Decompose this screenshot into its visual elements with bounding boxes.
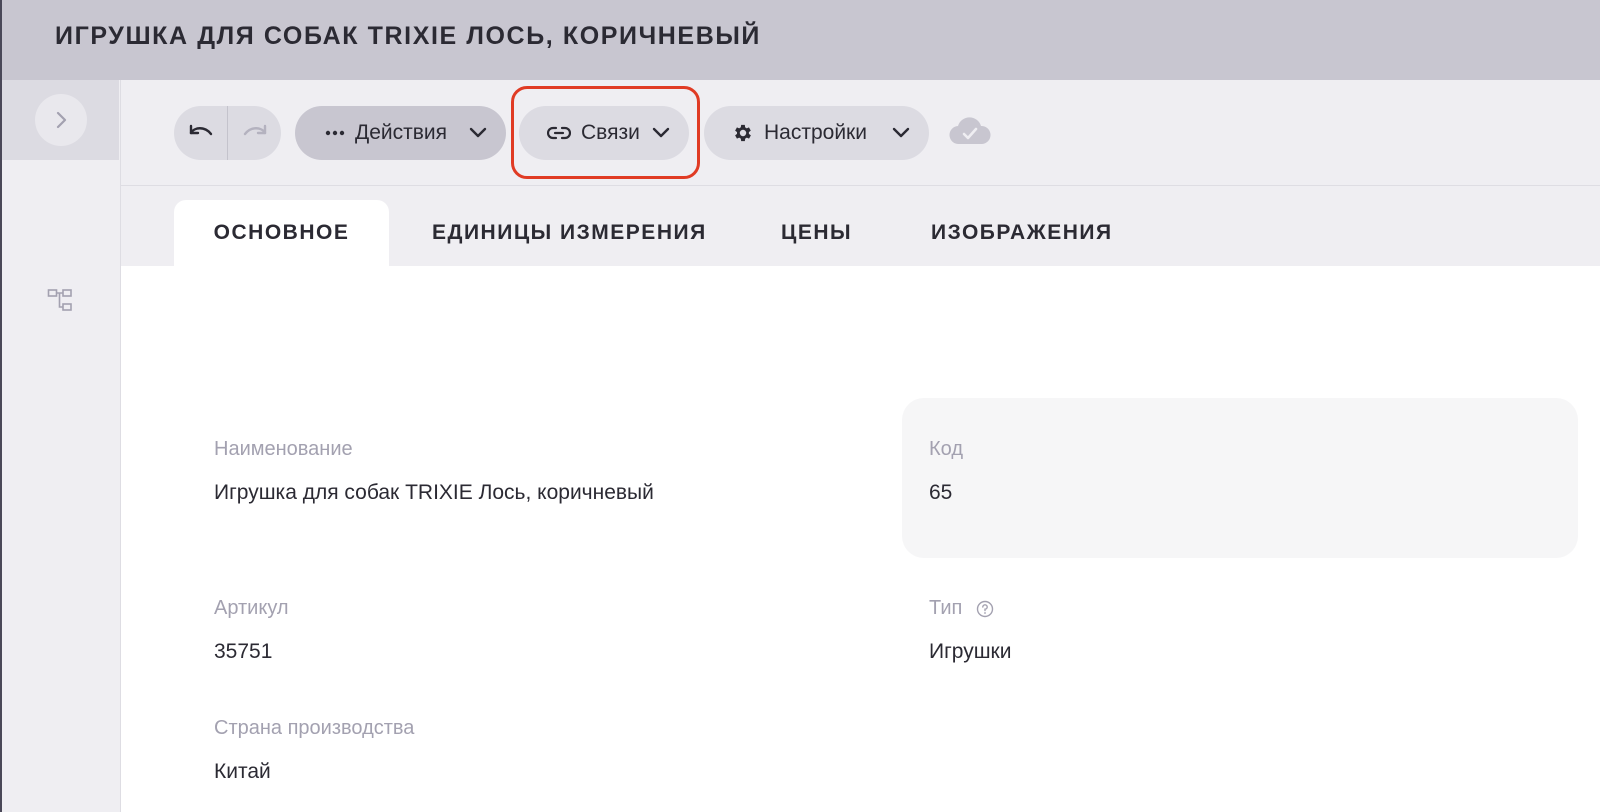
country-label: Страна производства <box>214 717 415 739</box>
settings-label: Настройки <box>764 121 867 144</box>
sidebar <box>0 80 121 812</box>
toolbar: Действия Связи Настройки <box>121 80 1600 186</box>
actions-button[interactable]: Действия <box>295 106 506 160</box>
tab-prices[interactable]: ЦЕНЫ <box>781 200 852 266</box>
title-bar: ИГРУШКА ДЛЯ СОБАК TRIXIE ЛОСЬ, КОРИЧНЕВЫ… <box>0 0 1600 80</box>
chevron-right-icon <box>56 111 67 129</box>
name-label: Наименование <box>214 438 353 460</box>
tab-images[interactable]: ИЗОБРАЖЕНИЯ <box>931 200 1113 266</box>
chevron-down-icon <box>892 127 910 138</box>
more-dots-icon <box>325 130 345 136</box>
product-window: ИГРУШКА ДЛЯ СОБАК TRIXIE ЛОСЬ, КОРИЧНЕВЫ… <box>0 0 1600 812</box>
tabs-bar: ОСНОВНОЕ ЕДИНИЦЫ ИЗМЕРЕНИЯ ЦЕНЫ ИЗОБРАЖЕ… <box>121 186 1600 266</box>
undo-redo-group <box>174 106 281 160</box>
cloud-check-icon <box>949 117 991 145</box>
settings-button[interactable]: Настройки <box>704 106 929 160</box>
undo-button[interactable] <box>174 106 227 160</box>
country-value[interactable]: Китай <box>214 760 271 784</box>
chevron-down-icon <box>652 127 670 138</box>
page-title: ИГРУШКА ДЛЯ СОБАК TRIXIE ЛОСЬ, КОРИЧНЕВЫ… <box>55 22 761 50</box>
tree-structure-icon[interactable] <box>47 288 73 314</box>
links-button[interactable]: Связи <box>519 106 689 160</box>
type-label: Тип <box>929 597 963 619</box>
sidebar-header <box>0 80 119 160</box>
code-value: 65 <box>929 481 953 504</box>
type-label-row: Тип <box>929 597 994 620</box>
links-label: Связи <box>581 121 640 144</box>
name-value[interactable]: Игрушка для собак TRIXIE Лось, коричневы… <box>214 481 654 505</box>
tab-main[interactable]: ОСНОВНОЕ <box>174 200 389 266</box>
actions-label: Действия <box>355 121 448 144</box>
link-icon <box>547 126 571 140</box>
code-card: Код 65 <box>902 398 1578 558</box>
type-value[interactable]: Игрушки <box>929 640 1011 664</box>
article-value[interactable]: 35751 <box>214 640 272 664</box>
tab-units[interactable]: ЕДИНИЦЫ ИЗМЕРЕНИЯ <box>432 200 707 266</box>
window-edge <box>0 0 2 812</box>
expand-sidebar-button[interactable] <box>35 94 87 146</box>
help-icon[interactable] <box>976 600 994 618</box>
article-label: Артикул <box>214 597 289 619</box>
gear-icon <box>735 124 751 142</box>
code-label: Код <box>929 438 964 460</box>
undo-icon <box>189 124 212 136</box>
main-content: Наименование Игрушка для собак TRIXIE Ло… <box>121 266 1600 812</box>
redo-icon <box>243 124 266 136</box>
chevron-down-icon <box>469 127 487 138</box>
redo-button[interactable] <box>228 106 281 160</box>
